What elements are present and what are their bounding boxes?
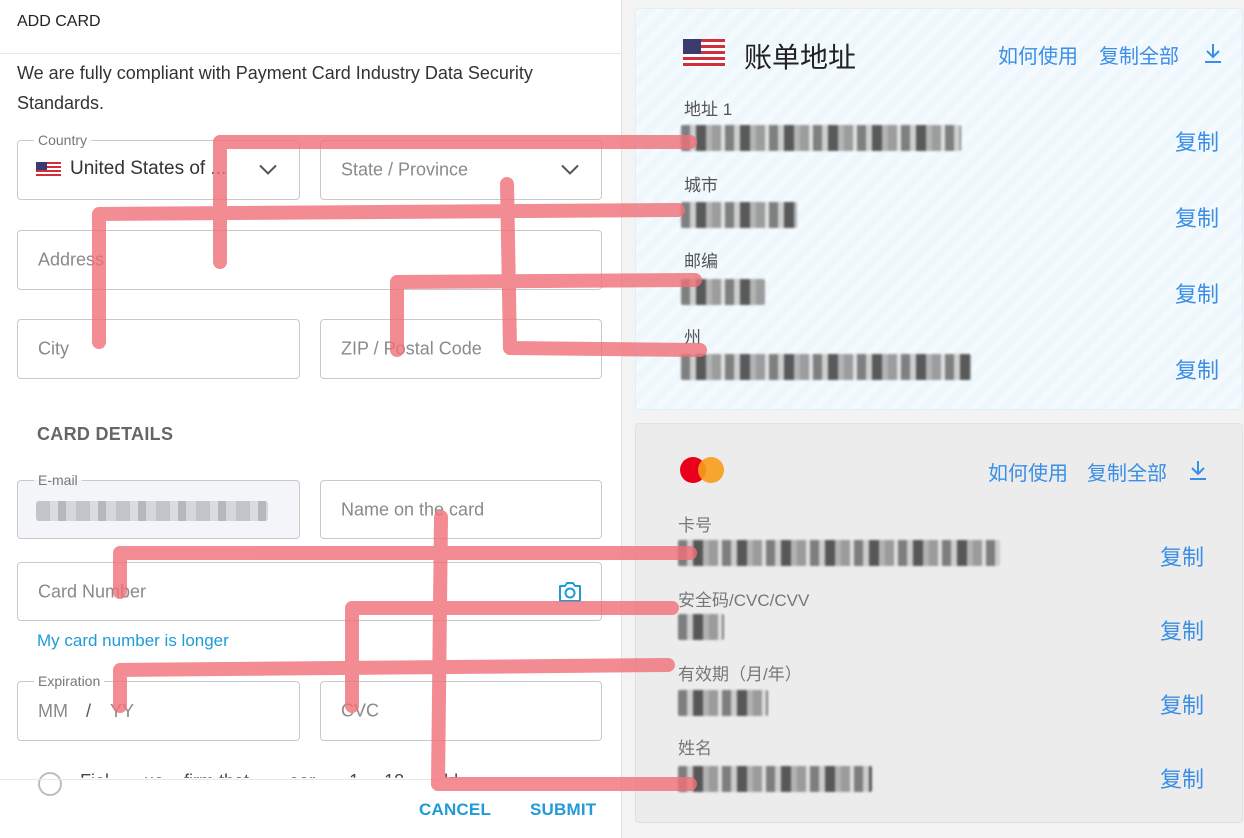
expiry-label: 有效期（月/年） — [678, 665, 802, 684]
city-placeholder: City — [38, 338, 69, 359]
copy-name-button[interactable]: 复制 — [1160, 762, 1204, 794]
us-flag-icon — [36, 162, 61, 176]
submit-button[interactable]: SUBMIT — [530, 800, 596, 820]
chevron-down-icon — [259, 164, 277, 175]
download-icon[interactable] — [1187, 459, 1209, 481]
email-field[interactable]: E-mail — [17, 471, 300, 539]
copy-address1-button[interactable]: 复制 — [1175, 125, 1219, 157]
country-select[interactable]: Country United States of ... — [17, 131, 300, 200]
email-legend: E-mail — [34, 471, 82, 489]
zip-placeholder: ZIP / Postal Code — [341, 338, 482, 359]
zip-input[interactable]: ZIP / Postal Code — [320, 319, 602, 379]
cvc-label: 安全码/CVC/CVV — [678, 591, 810, 610]
expiration-input[interactable]: Expiration MM / YY — [17, 672, 300, 741]
name-placeholder: Name on the card — [341, 499, 485, 519]
add-card-form: ADD CARD We are fully compliant with Pay… — [0, 0, 622, 838]
city-label: 城市 — [684, 176, 718, 195]
card-details-heading: CARD DETAILS — [37, 424, 174, 444]
zip-value-redacted — [681, 279, 765, 305]
confirm-option-text: Fiel... ...ue ...firm that ... ...ear...… — [80, 771, 459, 791]
address1-label: 地址 1 — [684, 100, 733, 119]
cvc-placeholder: CVC — [341, 700, 380, 721]
card-number-longer-link[interactable]: My card number is longer — [37, 631, 229, 651]
address-input[interactable]: Address — [17, 230, 602, 290]
zip-label: 邮编 — [684, 252, 718, 271]
billing-copy-all-button[interactable]: 复制全部 — [1099, 40, 1179, 69]
expiration-year-placeholder: YY — [110, 701, 135, 721]
chevron-down-icon — [561, 164, 579, 175]
us-flag-icon — [683, 39, 725, 67]
footer-divider — [0, 779, 621, 780]
card-copy-all-button[interactable]: 复制全部 — [1087, 457, 1167, 486]
state-select[interactable]: State / Province — [320, 140, 602, 200]
state-label: 州 — [684, 328, 701, 347]
billing-address-panel: 账单地址 如何使用 复制全部 地址 1 复制 城市 复制 邮编 复制 州 复制 — [635, 8, 1243, 410]
name-on-card-input[interactable]: Name on the card — [320, 480, 602, 539]
city-input[interactable]: City — [17, 319, 300, 379]
city-value-redacted — [681, 202, 797, 228]
copy-cvc-button[interactable]: 复制 — [1160, 614, 1204, 646]
card-how-to-use-link[interactable]: 如何使用 — [988, 457, 1068, 486]
card-number-placeholder: Card Number — [38, 581, 147, 601]
copy-card-number-button[interactable]: 复制 — [1160, 540, 1204, 572]
copy-state-button[interactable]: 复制 — [1175, 353, 1219, 385]
expiration-legend: Expiration — [34, 672, 105, 690]
card-number-input[interactable]: Card Number — [17, 562, 602, 621]
name-label: 姓名 — [678, 739, 712, 758]
state-value-redacted — [681, 354, 971, 380]
copy-city-button[interactable]: 复制 — [1175, 201, 1219, 233]
billing-title: 账单地址 — [744, 42, 857, 73]
copy-zip-button[interactable]: 复制 — [1175, 277, 1219, 309]
card-number-value-redacted — [678, 540, 1000, 566]
state-placeholder: State / Province — [341, 159, 469, 180]
confirm-radio[interactable] — [38, 772, 62, 796]
form-header: ADD CARD — [0, 0, 621, 54]
download-icon[interactable] — [1202, 42, 1224, 64]
copy-expiry-button[interactable]: 复制 — [1160, 688, 1204, 720]
camera-icon[interactable] — [557, 580, 583, 604]
card-info-panel: 如何使用 复制全部 卡号 复制 安全码/CVC/CVV 复制 有效期（月/年） … — [635, 423, 1243, 823]
email-value-redacted — [36, 501, 268, 521]
form-title: ADD CARD — [17, 13, 101, 30]
compliance-text: We are fully compliant with Payment Card… — [17, 63, 533, 113]
name-value-redacted — [678, 766, 872, 792]
country-legend: Country — [34, 131, 92, 149]
mastercard-logo — [680, 457, 724, 483]
expiration-month-placeholder: MM — [38, 701, 68, 721]
expiration-separator: / — [86, 701, 92, 721]
billing-how-to-use-link[interactable]: 如何使用 — [998, 40, 1078, 69]
address-placeholder: Address — [38, 249, 105, 270]
cvc-input[interactable]: CVC — [320, 681, 602, 741]
expiry-value-redacted — [678, 690, 768, 716]
cancel-button[interactable]: CANCEL — [419, 800, 491, 820]
address1-value-redacted — [681, 125, 961, 151]
card-number-label: 卡号 — [678, 516, 712, 535]
cvc-value-redacted — [678, 614, 724, 640]
country-value: United States of ... — [70, 158, 227, 179]
